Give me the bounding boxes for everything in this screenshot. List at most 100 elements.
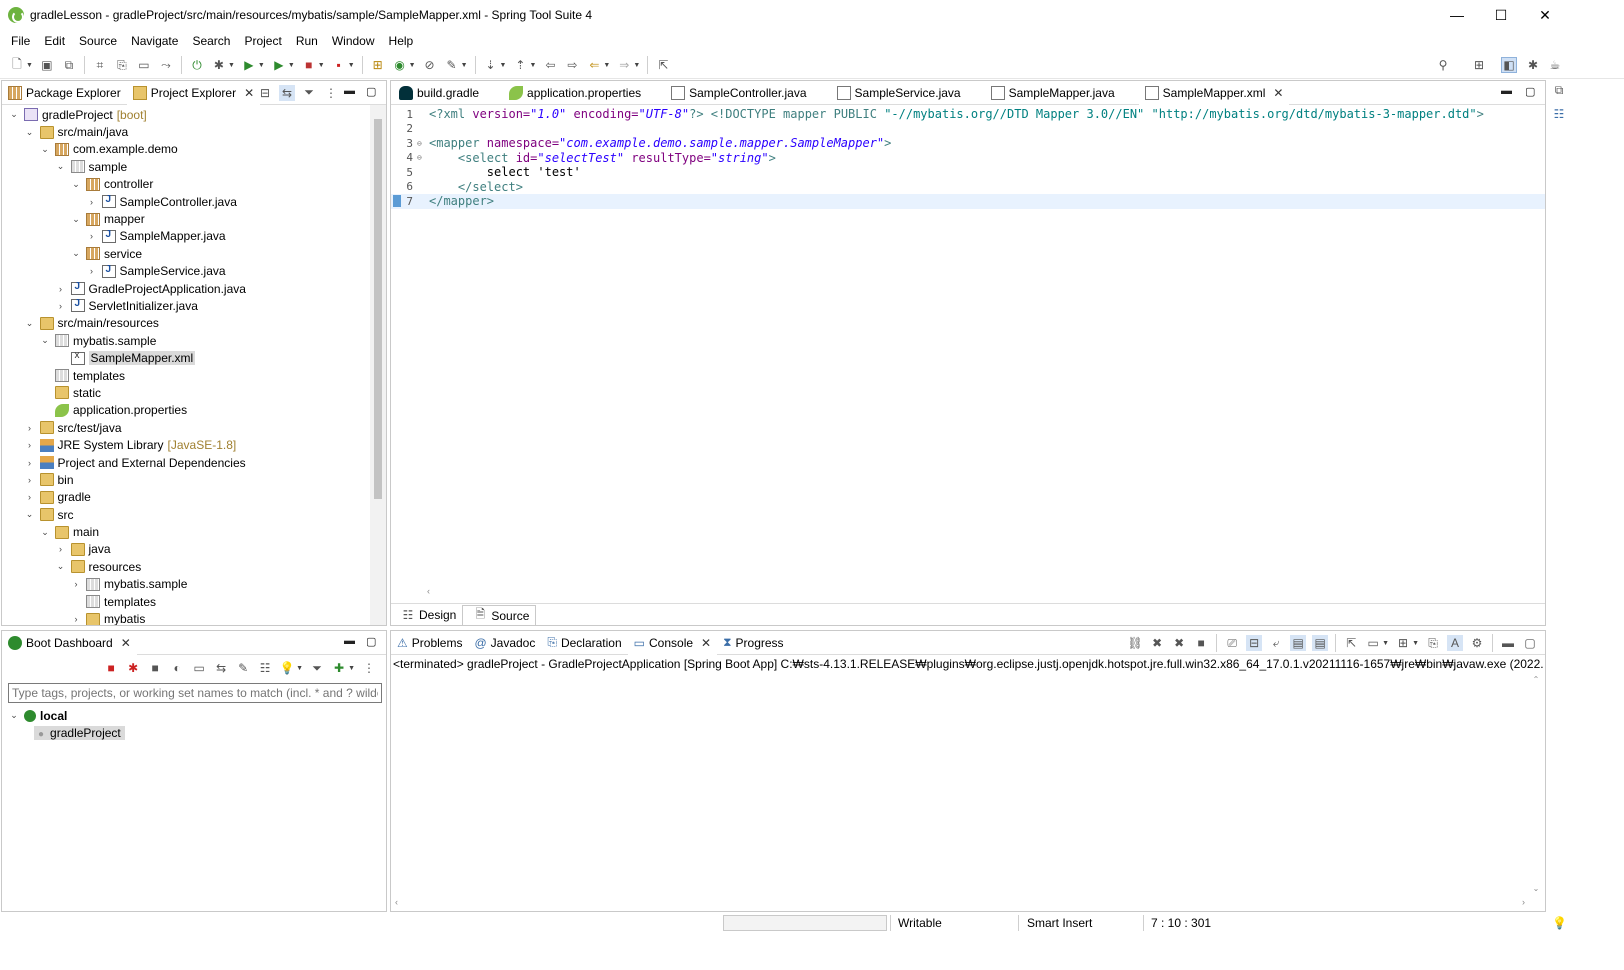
code-line[interactable]: 6 </select> <box>391 180 1545 195</box>
back-dropdown-icon[interactable]: ▼ <box>603 62 610 69</box>
code-editor[interactable]: 1 <?xml version="1.0" encoding="UTF-8"?> … <box>391 105 1545 579</box>
tree-node[interactable]: › bin <box>2 471 370 488</box>
console-view-tab[interactable]: ▭ Console ✕ <box>627 630 718 655</box>
copy-icon[interactable]: ⎘ <box>1425 635 1441 651</box>
console-view-tab[interactable]: ⧗ Progress <box>717 631 789 655</box>
menu-file[interactable]: File <box>4 34 37 48</box>
forward-icon[interactable]: ⇒ <box>616 57 632 73</box>
minimize-editor-icon[interactable]: ▬ <box>1501 85 1512 97</box>
stop-dropdown-icon[interactable]: ▼ <box>318 62 325 69</box>
clear-console-icon[interactable]: ⎚ <box>1224 635 1240 651</box>
tree-node[interactable]: ⌄ com.example.demo <box>2 141 370 158</box>
fold-toggle-icon[interactable]: ⊖ <box>417 153 429 162</box>
external-tools-dropdown-icon[interactable]: ▼ <box>288 62 295 69</box>
start-icon[interactable]: ■ <box>103 660 119 676</box>
minimize-button[interactable]: — <box>1434 0 1480 30</box>
relaunch-icon[interactable]: ▪ <box>331 57 347 73</box>
show-properties-icon[interactable]: ☷ <box>257 660 273 676</box>
tree-node[interactable]: ⌄ gradleProject [boot] <box>2 106 370 123</box>
code-line[interactable]: 1 <?xml version="1.0" encoding="UTF-8"?> … <box>391 107 1545 122</box>
debug-perspective-icon[interactable]: ✱ <box>1525 57 1541 73</box>
tree-node[interactable]: ⌄ resources <box>2 558 370 575</box>
new-dropdown-icon[interactable]: ▼ <box>26 62 33 69</box>
remove-launch-icon[interactable]: ⛓ <box>1127 635 1143 651</box>
stop-icon[interactable]: ■ <box>301 57 317 73</box>
restore-icon[interactable]: ⧉ <box>1551 82 1567 98</box>
menu-navigate[interactable]: Navigate <box>124 34 185 48</box>
display-console-icon[interactable]: ▭ <box>1365 635 1381 651</box>
search-tool-icon[interactable]: ✎ <box>444 57 460 73</box>
new-class-icon[interactable]: ◉ <box>392 57 408 73</box>
edit-icon[interactable]: ✎ <box>235 660 251 676</box>
tip-lightbulb-icon[interactable]: 💡 <box>1552 914 1567 932</box>
tree-node-local[interactable]: ⌄ local <box>8 707 386 724</box>
open-console-dropdown-icon[interactable]: ▼ <box>1412 640 1419 647</box>
expand-chevron-icon[interactable]: › <box>86 266 98 276</box>
open-task-icon[interactable]: ⊘ <box>422 57 438 73</box>
terminal-icon[interactable]: ▭ <box>136 57 152 73</box>
close-tab-icon[interactable]: ✕ <box>244 86 254 100</box>
add-dropdown-icon[interactable]: ▼ <box>348 665 355 672</box>
code-line[interactable]: 2 <box>391 122 1545 137</box>
collapse-chevron-icon[interactable]: ⌄ <box>70 214 82 225</box>
skip-breakpoints-icon[interactable]: ⤳ <box>158 57 174 73</box>
console-horizontal-scrollbar[interactable]: ‹ › <box>395 897 1525 909</box>
code-line[interactable]: 3 ⊖ <mapper namespace="com.example.demo.sa… <box>391 136 1545 151</box>
expand-chevron-icon[interactable]: › <box>86 231 98 241</box>
pin-editor-icon[interactable]: ⇱ <box>655 57 671 73</box>
expand-chevron-icon[interactable]: › <box>70 614 82 624</box>
menu-source[interactable]: Source <box>72 34 124 48</box>
expand-chevron-icon[interactable]: › <box>24 492 36 502</box>
scroll-right-icon[interactable]: › <box>1522 897 1525 907</box>
collapse-chevron-icon[interactable]: ⌄ <box>55 561 67 572</box>
menu-project[interactable]: Project <box>237 34 288 48</box>
maximize-button[interactable]: ☐ <box>1478 0 1524 30</box>
back-icon[interactable]: ⇐ <box>586 57 602 73</box>
debug-dropdown-icon[interactable]: ▼ <box>228 62 235 69</box>
tree-node[interactable]: › mybatis <box>2 610 370 625</box>
menu-help[interactable]: Help <box>382 34 421 48</box>
new-icon[interactable]: 🗋 <box>9 57 25 73</box>
menu-window[interactable]: Window <box>325 34 382 48</box>
tree-node[interactable]: ⌄ main <box>2 523 370 540</box>
lightbulb-icon[interactable]: 💡 <box>279 660 295 676</box>
collapse-chevron-icon[interactable]: ⌄ <box>8 109 20 120</box>
expand-chevron-icon[interactable]: › <box>24 423 36 433</box>
boot-filter-input[interactable] <box>8 683 382 703</box>
code-line[interactable]: 5 select 'test' <box>391 165 1545 180</box>
display-console-dropdown-icon[interactable]: ▼ <box>1382 640 1389 647</box>
last-edit-icon[interactable]: ⇦ <box>542 57 558 73</box>
tree-scrollbar[interactable] <box>370 105 386 625</box>
menu-run[interactable]: Run <box>289 34 325 48</box>
scroll-lock-icon[interactable]: ⊟ <box>1246 635 1263 651</box>
tab-boot-dashboard[interactable]: Boot Dashboard ✕ <box>2 630 137 655</box>
tree-node[interactable]: › JRE System Library [JavaSE-1.8] <box>2 436 370 453</box>
expand-chevron-icon[interactable]: › <box>55 284 67 294</box>
code-line[interactable]: 4 ⊖ <select id="selectTest" resultType="s… <box>391 151 1545 166</box>
collapse-chevron-icon[interactable]: ⌄ <box>39 144 51 155</box>
tab-package-explorer[interactable]: Package Explorer <box>2 81 127 105</box>
pin-console-icon[interactable]: ⇱ <box>1343 635 1359 651</box>
collapse-chevron-icon[interactable]: ⌄ <box>39 527 51 538</box>
tree-node[interactable]: › gradle <box>2 489 370 506</box>
tree-node[interactable]: › Project and External Dependencies <box>2 454 370 471</box>
next-annotation-icon[interactable]: ⇣ <box>483 57 499 73</box>
scroll-left-icon[interactable]: ‹ <box>427 586 430 596</box>
add-icon[interactable]: ✚ <box>331 660 347 676</box>
collapse-chevron-icon[interactable]: ⌄ <box>55 161 67 172</box>
editor-tab[interactable]: SampleMapper.java <box>985 81 1121 105</box>
open-browser-icon[interactable]: ◐ <box>169 660 185 676</box>
view-menu-icon[interactable]: ⋮ <box>323 85 339 101</box>
search-icon[interactable]: ⚲ <box>1435 57 1451 73</box>
lightbulb-dropdown-icon[interactable]: ▼ <box>296 665 303 672</box>
next-annotation-dropdown-icon[interactable]: ▼ <box>500 62 507 69</box>
tree-node[interactable]: › GradleProjectApplication.java <box>2 280 370 297</box>
ansi-icon[interactable]: A <box>1447 635 1463 651</box>
editor-horizontal-scrollbar[interactable]: ‹ <box>427 586 1509 600</box>
minimize-view-icon[interactable]: ▬ <box>344 85 355 97</box>
code-line[interactable]: 7 </mapper> <box>391 194 1545 209</box>
scrollbar-thumb[interactable] <box>374 119 382 499</box>
search-dropdown-icon[interactable]: ▼ <box>461 62 468 69</box>
maximize-view-icon[interactable]: ▢ <box>366 635 376 648</box>
collapse-chevron-icon[interactable]: ⌄ <box>39 335 51 346</box>
